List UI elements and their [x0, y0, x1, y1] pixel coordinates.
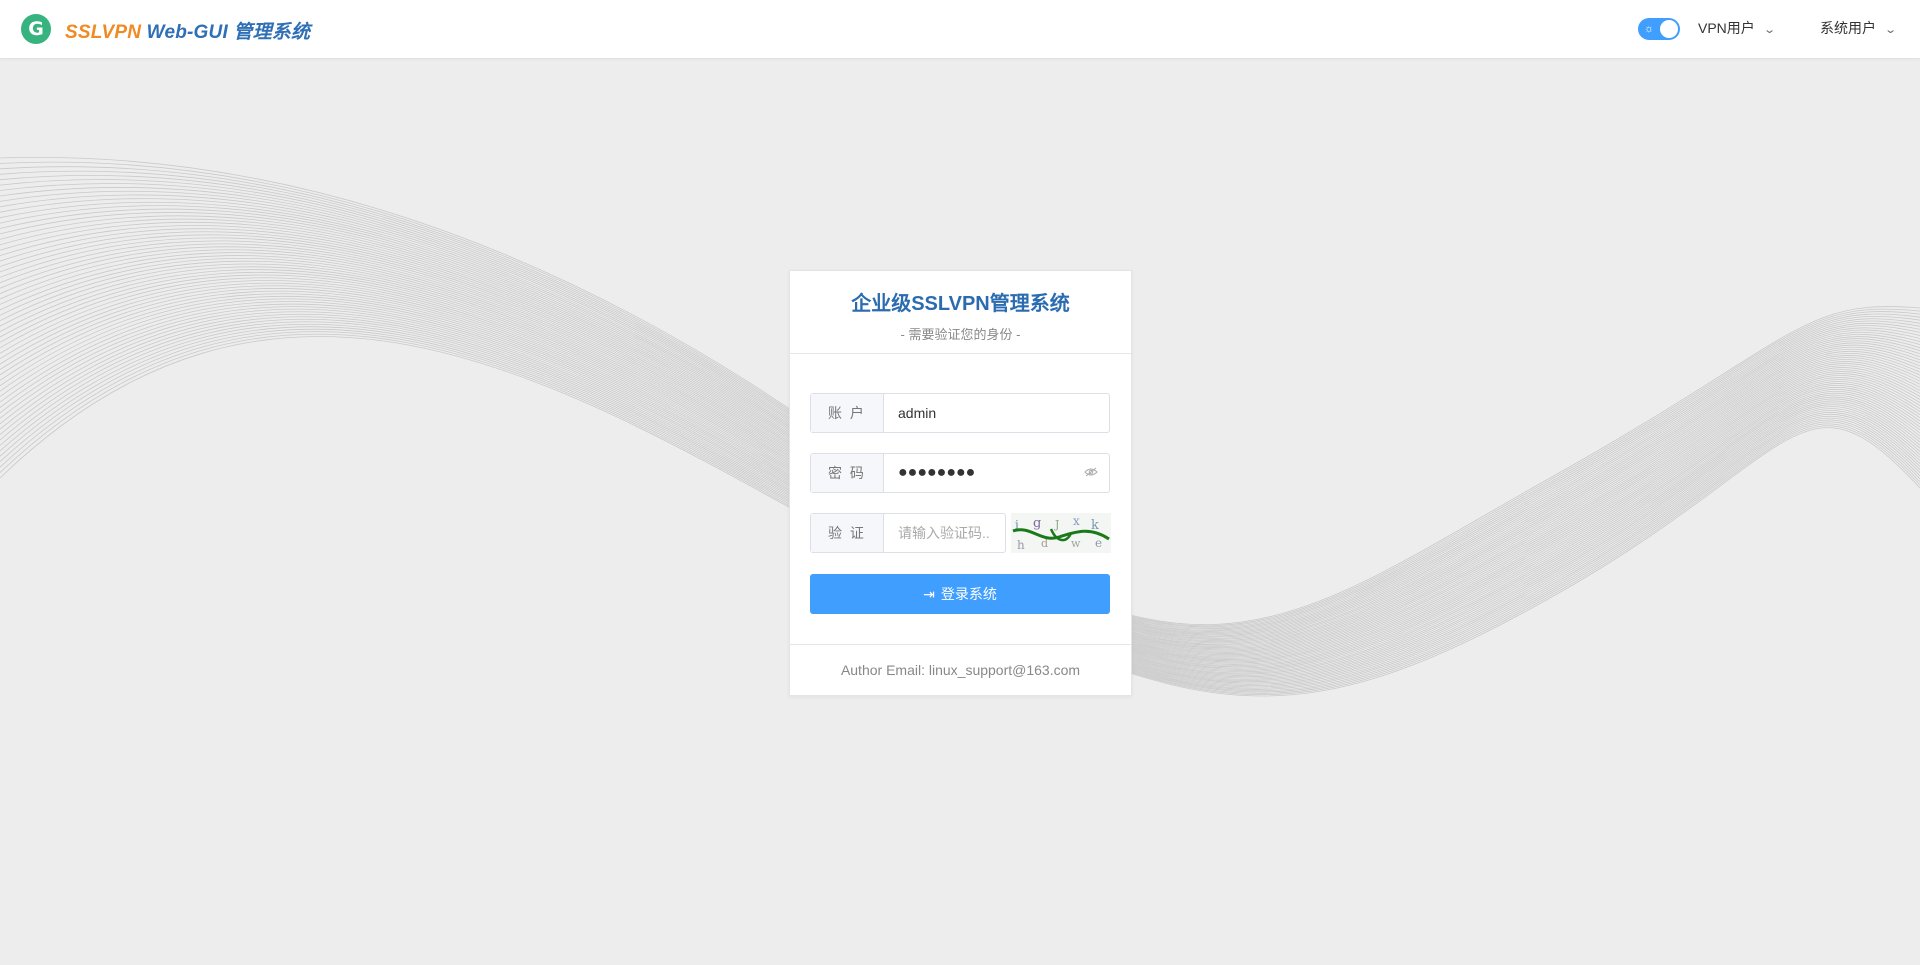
svg-text:x: x	[1073, 514, 1080, 528]
top-navigation-bar: G SSLVPN Web-GUI 管理系统 ☼ VPN用户 ⌄ 系统用户 ⌄	[0, 0, 1920, 59]
password-label: 密 码	[811, 454, 884, 492]
svg-text:g: g	[1033, 516, 1041, 531]
svg-text:h: h	[1017, 538, 1025, 552]
password-field: 密 码 ●●●●●●●●	[810, 453, 1110, 493]
author-email: Author Email: linux_support@163.com	[790, 644, 1131, 695]
app-title-sslvpn: SSLVPN	[65, 22, 142, 43]
password-input[interactable]: ●●●●●●●●	[884, 454, 1073, 492]
app-logo: G	[21, 14, 51, 44]
toggle-knob	[1660, 20, 1678, 38]
captcha-label: 验 证	[811, 514, 884, 552]
chevron-down-icon: ⌄	[1884, 24, 1898, 36]
captcha-field: 验 证	[810, 513, 1006, 553]
eye-hidden-icon[interactable]	[1073, 454, 1109, 492]
chevron-down-icon: ⌄	[1762, 24, 1776, 36]
system-user-menu-label: 系统用户	[1820, 20, 1876, 36]
svg-text:w: w	[1071, 537, 1081, 550]
login-card-header: 企业级SSLVPN管理系统 - 需要验证您的身份 -	[790, 271, 1131, 354]
sun-icon: ☼	[1644, 23, 1655, 35]
login-button[interactable]: ⇥ 登录系统	[810, 574, 1110, 614]
app-title: SSLVPN Web-GUI 管理系统	[65, 17, 310, 44]
system-user-menu[interactable]: 系统用户 ⌄	[1820, 18, 1898, 38]
account-field: 账 户	[810, 393, 1110, 433]
account-label: 账 户	[811, 394, 884, 432]
vpn-user-menu[interactable]: VPN用户 ⌄	[1698, 18, 1776, 38]
captcha-image[interactable]: i g J x k h d w e	[1011, 513, 1111, 553]
captcha-input[interactable]	[884, 514, 1005, 552]
vpn-user-menu-label: VPN用户	[1698, 20, 1755, 36]
svg-text:J: J	[1054, 518, 1059, 531]
login-title: 企业级SSLVPN管理系统	[851, 293, 1070, 315]
login-subtitle: - 需要验证您的身份 -	[900, 327, 1021, 342]
svg-text:e: e	[1095, 536, 1102, 550]
theme-toggle-switch[interactable]: ☼	[1638, 18, 1680, 40]
app-title-webgui: Web-GUI 管理系统	[141, 22, 311, 43]
login-card: 企业级SSLVPN管理系统 - 需要验证您的身份 - 账 户 密 码 ●●●●●…	[789, 270, 1132, 696]
login-button-label: 登录系统	[940, 586, 997, 602]
login-icon: ⇥	[923, 586, 935, 602]
account-input[interactable]	[884, 394, 1109, 432]
